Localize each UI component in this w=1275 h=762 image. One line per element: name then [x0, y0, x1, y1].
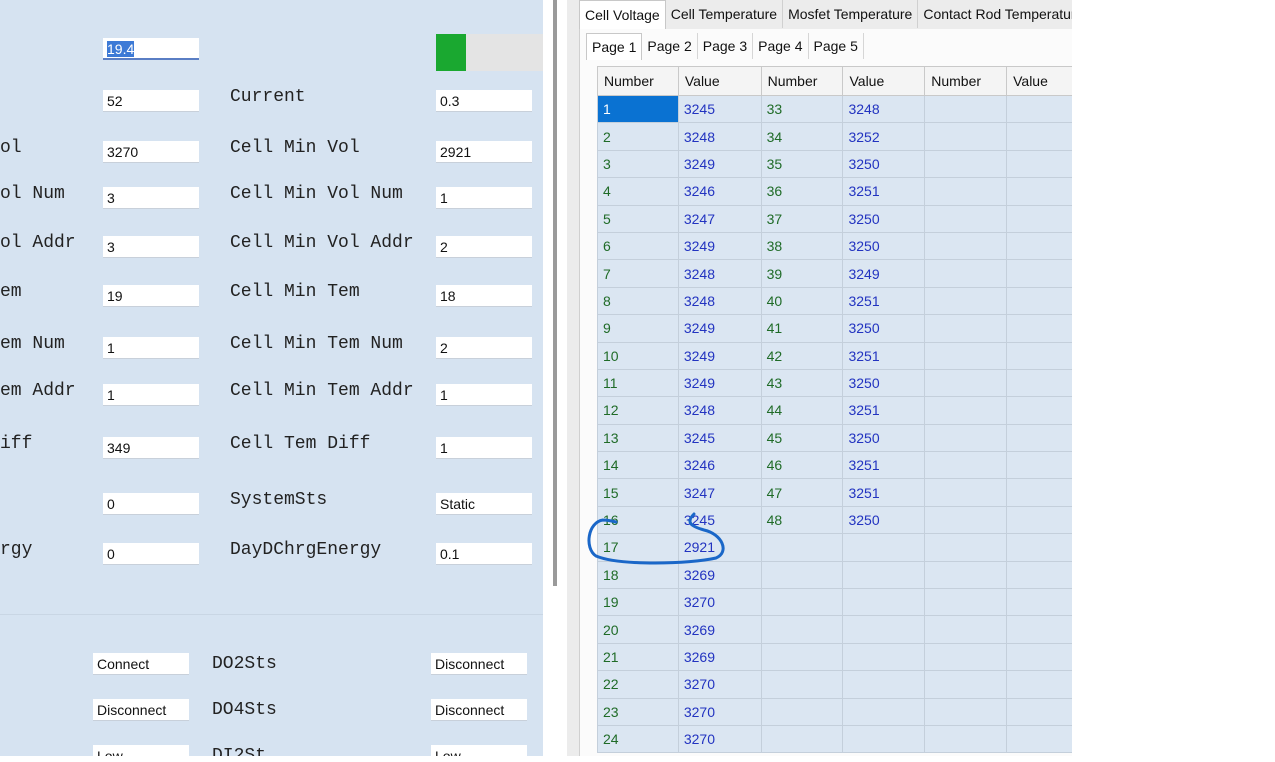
- annotation-circle: [587, 512, 725, 565]
- annotation-stroke: [587, 512, 725, 565]
